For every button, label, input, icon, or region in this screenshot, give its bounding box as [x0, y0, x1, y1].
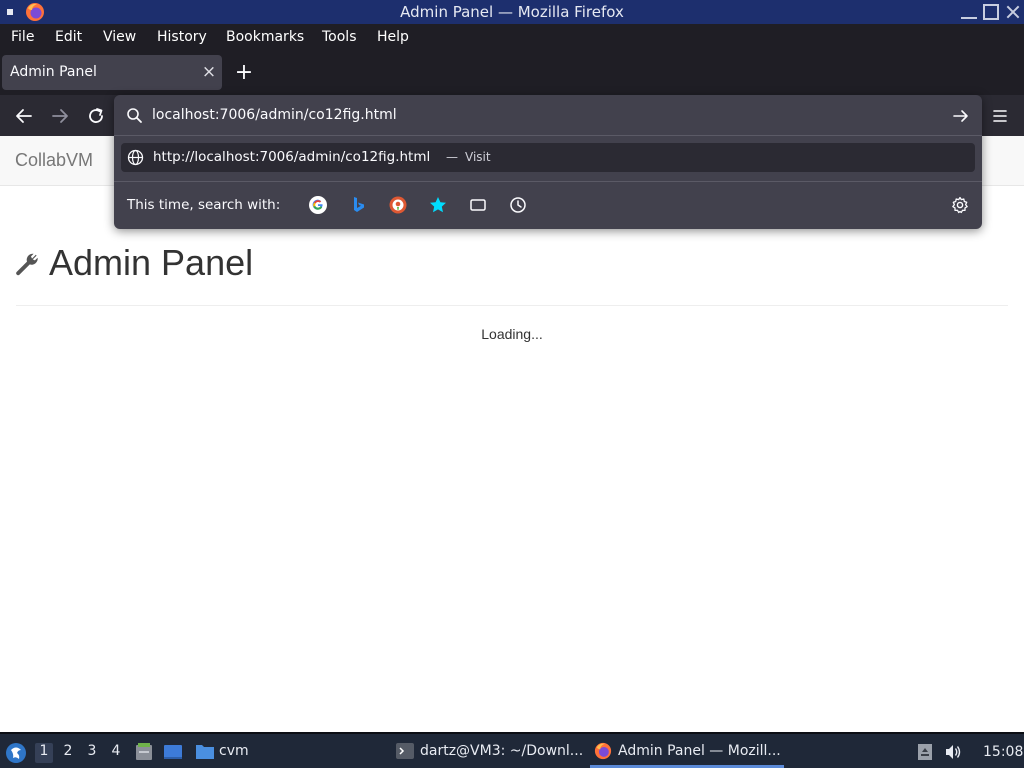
close-window-button[interactable] [1005, 4, 1021, 20]
url-suggestion-row[interactable]: http://localhost:7006/admin/co12fig.html… [121, 143, 975, 172]
minimize-button[interactable] [961, 4, 977, 20]
menu-bookmarks[interactable]: Bookmarks [226, 29, 304, 45]
url-input[interactable] [152, 103, 932, 127]
go-arrow-icon[interactable] [951, 106, 971, 126]
wrench-icon [16, 253, 38, 276]
workspace-2-button[interactable]: 2 [59, 743, 77, 763]
header-divider [16, 305, 1008, 306]
menu-help[interactable]: Help [377, 29, 409, 45]
hamburger-menu-icon[interactable] [987, 103, 1013, 129]
folder-label: cvm [219, 743, 249, 759]
dropdown-divider [114, 181, 982, 182]
menu-bar: File Edit View History Bookmarks Tools H… [0, 24, 1024, 50]
forward-arrow-icon[interactable] [47, 103, 73, 129]
workspace-1-button[interactable]: 1 [35, 743, 53, 763]
menu-edit[interactable]: Edit [55, 29, 82, 45]
taskbar-folder-cvm[interactable]: cvm [195, 736, 255, 766]
workspace-3-button[interactable]: 3 [83, 743, 101, 763]
bookmarks-search-icon[interactable] [428, 195, 448, 215]
tab-title: Admin Panel [10, 64, 97, 80]
window-title: Admin Panel — Mozilla Firefox [400, 3, 624, 21]
suggestion-action: Visit [465, 150, 491, 164]
taskbar-task-firefox[interactable]: Admin Panel — Mozill... [590, 736, 784, 768]
tab-strip: Admin Panel × + [0, 50, 1024, 95]
task-label: dartz@VM3: ~/Downl... [420, 743, 584, 759]
folder-icon [196, 745, 214, 759]
urlbar-dropdown: http://localhost:7006/admin/co12fig.html… [114, 95, 982, 229]
terminal-icon [396, 743, 414, 759]
file-manager-launcher-icon[interactable] [134, 742, 154, 762]
workspace-4-button[interactable]: 4 [107, 743, 125, 763]
menu-file[interactable]: File [11, 29, 34, 45]
tabs-search-icon[interactable] [468, 195, 488, 215]
tab-close-icon[interactable]: × [199, 61, 219, 83]
suggestion-separator: — [446, 150, 458, 164]
globe-icon [127, 149, 144, 166]
menu-view[interactable]: View [103, 29, 136, 45]
reload-icon[interactable] [83, 103, 109, 129]
menu-history[interactable]: History [157, 29, 207, 45]
firefox-icon [594, 742, 612, 760]
taskbar: 1 2 3 4 cvm dartz@VM3: ~/Downl... Admin … [0, 732, 1024, 768]
tab-admin-panel[interactable]: Admin Panel × [2, 55, 222, 90]
search-settings-gear-icon[interactable] [950, 195, 970, 215]
menu-tools[interactable]: Tools [322, 29, 357, 45]
volume-icon[interactable] [944, 743, 962, 761]
clock: 15:08 [983, 744, 1024, 760]
history-search-icon[interactable] [508, 195, 528, 215]
loading-text: Loading... [481, 326, 543, 342]
maximize-button[interactable] [983, 4, 999, 20]
new-tab-button[interactable]: + [233, 60, 255, 86]
back-arrow-icon[interactable] [11, 103, 37, 129]
taskbar-task-terminal[interactable]: dartz@VM3: ~/Downl... [396, 736, 586, 766]
suggestion-url: http://localhost:7006/admin/co12fig.html [153, 149, 431, 165]
duckduckgo-icon[interactable] [388, 195, 408, 215]
clipboard-tray-icon[interactable] [916, 743, 934, 761]
search-icon [127, 108, 142, 123]
google-icon[interactable] [308, 195, 328, 215]
window-titlebar: Admin Panel — Mozilla Firefox [0, 0, 1024, 24]
start-menu-icon[interactable] [5, 742, 27, 764]
task-label: Admin Panel — Mozill... [618, 743, 781, 759]
page-title: Admin Panel [49, 242, 254, 283]
site-brand-link[interactable]: CollabVM [15, 150, 93, 171]
dropdown-divider [114, 135, 982, 136]
bing-icon[interactable] [348, 195, 368, 215]
one-off-search-label: This time, search with: [127, 197, 281, 213]
desktop-launcher-icon[interactable] [163, 742, 183, 762]
